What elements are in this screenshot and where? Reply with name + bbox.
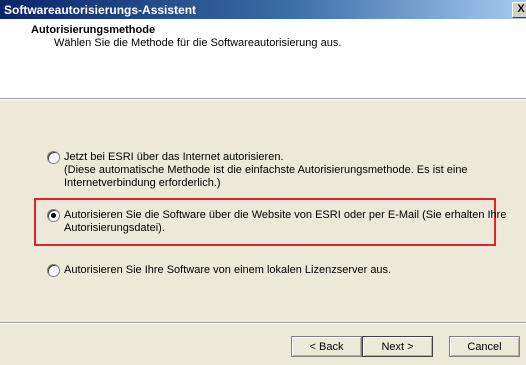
option-website-email-label[interactable]: Autorisieren Sie die Software über die W… bbox=[64, 209, 509, 235]
back-button[interactable]: < Back bbox=[291, 336, 362, 357]
wizard-window: Softwareautorisierungs-Assistent X Autor… bbox=[0, 0, 526, 365]
radio-website-email[interactable] bbox=[47, 209, 60, 222]
radio-license-server[interactable] bbox=[47, 264, 60, 277]
window-title: Softwareautorisierungs-Assistent bbox=[4, 3, 197, 17]
option-license-server-label[interactable]: Autorisieren Sie Ihre Software von einem… bbox=[64, 264, 509, 277]
option-internet-label[interactable]: Jetzt bei ESRI über das Internet autoris… bbox=[64, 151, 509, 190]
title-bar[interactable]: Softwareautorisierungs-Assistent X bbox=[0, 0, 526, 19]
cancel-button[interactable]: Cancel bbox=[449, 336, 520, 357]
radio-selected-dot bbox=[51, 213, 56, 218]
page-subtitle: Wählen Sie die Methode für die Softwarea… bbox=[54, 37, 342, 49]
page-title: Autorisierungsmethode bbox=[31, 24, 156, 36]
close-button[interactable]: X bbox=[512, 2, 526, 18]
radio-internet[interactable] bbox=[47, 151, 60, 164]
next-button[interactable]: Next > bbox=[362, 336, 433, 357]
header-divider bbox=[0, 98, 526, 100]
footer-divider bbox=[0, 322, 526, 324]
